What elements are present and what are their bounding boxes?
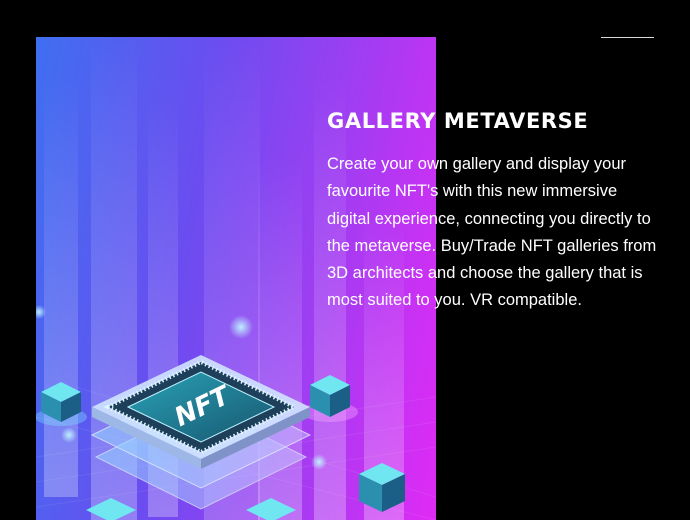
feature-title: GALLERY METAVERSE	[327, 109, 589, 133]
feature-description: Create your own gallery and display your…	[327, 155, 657, 310]
glow-dot	[311, 454, 327, 470]
glow-dot	[61, 427, 77, 443]
cube-right	[302, 375, 358, 422]
glow-dot	[229, 315, 253, 339]
cube-left	[36, 382, 87, 426]
decorative-divider	[601, 37, 654, 38]
